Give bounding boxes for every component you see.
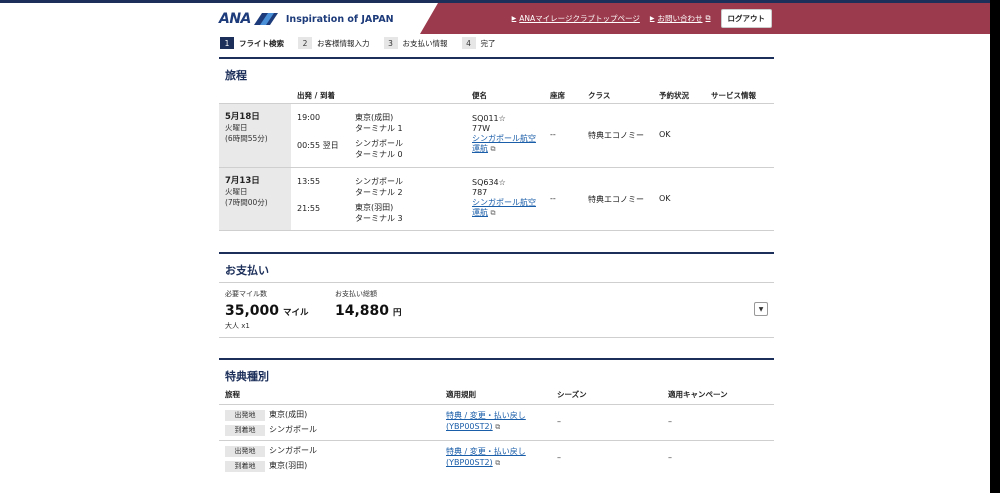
dep-tag: 出発地: [225, 446, 265, 457]
seat-value: --: [550, 130, 556, 139]
external-link-icon: ⧉: [705, 14, 711, 22]
arr-time: 21:55: [297, 204, 321, 213]
arr-city: 東京(羽田): [355, 203, 394, 212]
itinerary-row: 5月18日 火曜日 (6時間55分) 19:00 東京(成田) ターミナル 1 …: [219, 103, 774, 167]
arr-terminal: ターミナル 3: [355, 214, 403, 223]
campaign-value: –: [668, 417, 672, 426]
chevron-right-icon: ▶: [649, 15, 655, 22]
fare-rule-link[interactable]: 特典 / 変更・払い戻し (YBP00ST2) ⧉: [446, 446, 526, 469]
col-service: サービス情報: [711, 91, 756, 100]
chevron-down-icon: ▼: [758, 305, 764, 313]
progress-steps: 1 フライト検索 2 お客様情報入力 3 お支払い情報 4 完了: [220, 37, 496, 49]
chevron-right-icon: ▶: [511, 15, 517, 22]
dep-terminal: ターミナル 1: [355, 124, 403, 133]
award-title: 特典種別: [225, 370, 269, 383]
operator-link-line2[interactable]: 運航 ⧉: [472, 208, 536, 218]
award-row: 出発地 東京(成田) 到着地 シンガポール 特典 / 変更・払い戻し (YBP0…: [219, 404, 774, 440]
logo-text: ANA: [219, 11, 251, 27]
page: ANA Inspiration of JAPAN ▶ ANAマイレージクラブトッ…: [0, 0, 990, 493]
arr-tag: 到着地: [225, 461, 265, 472]
flight-info: SQ634☆ 787 シンガポール航空 運航 ⧉: [472, 178, 536, 218]
col-rules: 適用規則: [446, 390, 476, 399]
external-link-icon: ⧉: [490, 145, 496, 153]
award-section: 特典種別 旅程 適用規則 シーズン 適用キャンペーン 出発地 東京(成田) 到着…: [219, 358, 774, 476]
itinerary-title: 旅程: [225, 69, 247, 82]
award-header: 旅程 適用規則 シーズン 適用キャンペーン: [219, 388, 774, 404]
dep-city: 東京(成田): [355, 113, 394, 122]
logout-button[interactable]: ログアウト: [720, 9, 772, 28]
dep-time: 19:00: [297, 113, 321, 122]
dep-terminal: ターミナル 2: [355, 188, 403, 197]
mileage-club-link[interactable]: ▶ ANAマイレージクラブトップページ: [512, 13, 640, 24]
operator-link[interactable]: シンガポール航空: [472, 198, 536, 208]
dep-city: シンガポール: [355, 177, 403, 186]
arr-tag: 到着地: [225, 425, 265, 436]
step-customer-info: 2 お客様情報入力: [298, 37, 370, 49]
payment-section: お支払い 必要マイル数 35,000 マイル 大人 x1 お支払い総額 14,88…: [219, 252, 774, 338]
step-flight-search: 1 フライト検索: [220, 37, 284, 49]
miles-value: 35,000 マイル: [225, 303, 309, 319]
status-value: OK: [659, 130, 671, 139]
miles-sub: 大人 x1: [225, 322, 250, 330]
expand-payment-button[interactable]: ▼: [754, 302, 768, 316]
col-season: シーズン: [557, 390, 587, 399]
col-dep-arr: 出発 / 到着: [297, 91, 335, 100]
operator-link-line2[interactable]: 運航 ⧉: [472, 144, 536, 154]
external-link-icon: ⧉: [490, 209, 496, 217]
arr-terminal: ターミナル 0: [355, 150, 403, 159]
operator-link[interactable]: シンガポール航空: [472, 134, 536, 144]
col-itinerary: 旅程: [225, 390, 240, 399]
external-link-icon: ⧉: [495, 459, 501, 467]
miles-label: 必要マイル数: [225, 290, 267, 298]
col-status: 予約状況: [659, 91, 689, 100]
status-value: OK: [659, 194, 671, 203]
arr-city: 東京(羽田): [269, 461, 308, 470]
logo-slash-icon: [253, 13, 278, 25]
site-header: ANA Inspiration of JAPAN ▶ ANAマイレージクラブトッ…: [0, 3, 990, 34]
arr-time: 00:55 翌日: [297, 141, 339, 150]
fare-rule-link[interactable]: 特典 / 変更・払い戻し (YBP00ST2) ⧉: [446, 410, 526, 433]
itinerary-section: 旅程 出発 / 到着 便名 座席 クラス 予約状況 サービス情報 5月18日 火…: [219, 57, 774, 231]
dep-city: 東京(成田): [269, 410, 308, 419]
ana-logo[interactable]: ANA Inspiration of JAPAN: [219, 11, 394, 27]
seat-value: --: [550, 194, 556, 203]
col-class: クラス: [588, 91, 611, 100]
class-value: 特典エコノミー: [588, 195, 644, 204]
external-link-icon: ⧉: [495, 423, 501, 431]
contact-link[interactable]: ▶ お問い合わせ ⧉: [650, 13, 711, 24]
payment-body: 必要マイル数 35,000 マイル 大人 x1 お支払い総額 14,880 円 ▼: [219, 282, 774, 338]
logo-tagline: Inspiration of JAPAN: [285, 13, 394, 25]
total-value: 14,880 円: [335, 303, 402, 319]
arr-city: シンガポール: [269, 425, 317, 434]
payment-title: お支払い: [225, 264, 269, 277]
itinerary-header: 出発 / 到着 便名 座席 クラス 予約状況 サービス情報: [219, 87, 774, 103]
date-cell: 5月18日 火曜日 (6時間55分): [219, 104, 291, 167]
dep-time: 13:55: [297, 177, 321, 186]
col-flight: 便名: [472, 91, 487, 100]
col-campaign: 適用キャンペーン: [668, 390, 728, 399]
dep-tag: 出発地: [225, 410, 265, 421]
season-value: –: [557, 417, 561, 426]
flight-info: SQ011☆ 77W シンガポール航空 運航 ⧉: [472, 114, 536, 154]
dep-city: シンガポール: [269, 446, 317, 455]
campaign-value: –: [668, 453, 672, 462]
col-seat: 座席: [550, 91, 565, 100]
date-cell: 7月13日 火曜日 (7時間00分): [219, 168, 291, 230]
step-payment-info: 3 お支払い情報: [383, 37, 448, 49]
arr-city: シンガポール: [355, 139, 403, 148]
season-value: –: [557, 453, 561, 462]
total-label: お支払い総額: [335, 290, 377, 298]
class-value: 特典エコノミー: [588, 131, 644, 140]
step-complete: 4 完了: [461, 37, 496, 49]
award-row: 出発地 シンガポール 到着地 東京(羽田) 特典 / 変更・払い戻し (YBP0…: [219, 440, 774, 476]
header-links: ▶ ANAマイレージクラブトップページ ▶ お問い合わせ ⧉ ログアウト: [512, 9, 772, 28]
itinerary-row: 7月13日 火曜日 (7時間00分) 13:55 シンガポール ターミナル 2 …: [219, 167, 774, 231]
